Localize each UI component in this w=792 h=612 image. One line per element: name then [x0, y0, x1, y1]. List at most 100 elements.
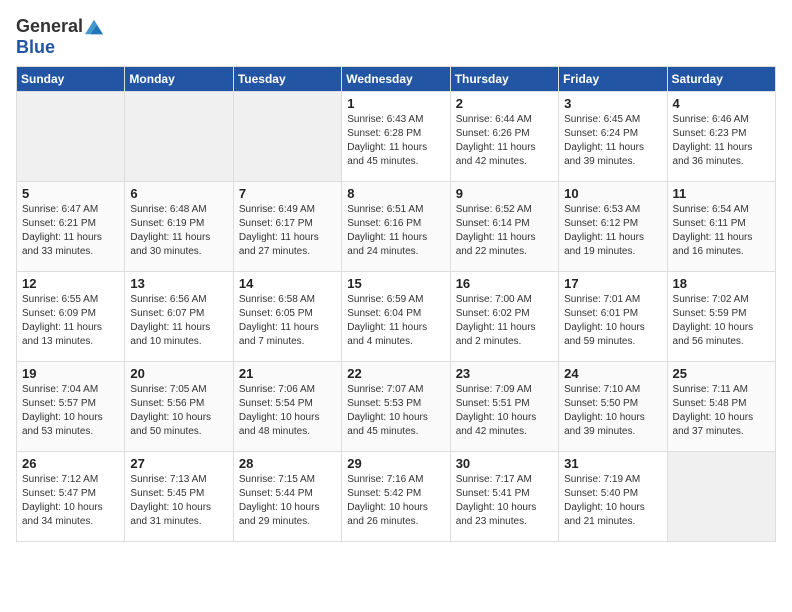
calendar-cell: 29 Sunrise: 7:16 AMSunset: 5:42 PMDayligh… — [342, 452, 450, 542]
day-info: Sunrise: 6:49 AMSunset: 6:17 PMDaylight:… — [239, 203, 336, 259]
weekday-header: Monday — [125, 67, 233, 92]
calendar-cell: 25Sunrise: 7:11 AMSunset: 5:48 PMDayligh… — [667, 362, 775, 452]
day-info: Sunrise: 6:48 AMSunset: 6:19 PMDaylight:… — [130, 203, 227, 259]
weekday-header: Thursday — [450, 67, 558, 92]
day-number: 18 — [673, 276, 770, 291]
day-info: Sunrise: 7:02 AMSunset: 5:59 PMDaylight:… — [673, 293, 770, 349]
calendar-cell: 30 Sunrise: 7:17 AMSunset: 5:41 PMDayligh… — [450, 452, 558, 542]
day-info: Sunrise: 7:17 AMSunset: 5:41 PMDaylight:… — [456, 473, 553, 529]
calendar-week-row: 12 Sunrise: 6:55 AMSunset: 6:09 PMDayligh… — [17, 272, 776, 362]
day-number: 29 — [347, 456, 444, 471]
day-info: Sunrise: 7:15 AMSunset: 5:44 PMDaylight:… — [239, 473, 336, 529]
day-number: 27 — [130, 456, 227, 471]
day-number: 25 — [673, 366, 770, 381]
day-info: Sunrise: 7:04 AMSunset: 5:57 PMDaylight:… — [22, 383, 119, 439]
day-info: Sunrise: 6:53 AMSunset: 6:12 PMDaylight:… — [564, 203, 661, 259]
day-info: Sunrise: 7:10 AMSunset: 5:50 PMDaylight:… — [564, 383, 661, 439]
calendar-cell: 10Sunrise: 6:53 AMSunset: 6:12 PMDayligh… — [559, 182, 667, 272]
day-number: 16 — [456, 276, 553, 291]
calendar-cell — [667, 452, 775, 542]
logo-blue: Blue — [16, 37, 55, 57]
day-info: Sunrise: 7:05 AMSunset: 5:56 PMDaylight:… — [130, 383, 227, 439]
day-info: Sunrise: 7:07 AMSunset: 5:53 PMDaylight:… — [347, 383, 444, 439]
calendar-cell: 5 Sunrise: 6:47 AMSunset: 6:21 PMDaylight… — [17, 182, 125, 272]
day-number: 4 — [673, 96, 770, 111]
weekday-header: Tuesday — [233, 67, 341, 92]
logo: GeneralBlue — [16, 16, 103, 58]
calendar-cell: 6 Sunrise: 6:48 AMSunset: 6:19 PMDaylight… — [125, 182, 233, 272]
day-number: 13 — [130, 276, 227, 291]
calendar-cell: 11 Sunrise: 6:54 AMSunset: 6:11 PMDayligh… — [667, 182, 775, 272]
weekday-header: Saturday — [667, 67, 775, 92]
day-info: Sunrise: 7:00 AMSunset: 6:02 PMDaylight:… — [456, 293, 553, 349]
day-number: 7 — [239, 186, 336, 201]
day-info: Sunrise: 6:47 AMSunset: 6:21 PMDaylight:… — [22, 203, 119, 259]
calendar-cell: 31 Sunrise: 7:19 AMSunset: 5:40 PMDayligh… — [559, 452, 667, 542]
calendar-cell: 28 Sunrise: 7:15 AMSunset: 5:44 PMDayligh… — [233, 452, 341, 542]
day-number: 6 — [130, 186, 227, 201]
day-info: Sunrise: 6:54 AMSunset: 6:11 PMDaylight:… — [673, 203, 770, 259]
day-number: 30 — [456, 456, 553, 471]
weekday-header: Friday — [559, 67, 667, 92]
day-number: 11 — [673, 186, 770, 201]
day-info: Sunrise: 6:45 AMSunset: 6:24 PMDaylight:… — [564, 113, 661, 169]
weekday-header-row: SundayMondayTuesdayWednesdayThursdayFrid… — [17, 67, 776, 92]
day-info: Sunrise: 6:43 AMSunset: 6:28 PMDaylight:… — [347, 113, 444, 169]
day-info: Sunrise: 6:56 AMSunset: 6:07 PMDaylight:… — [130, 293, 227, 349]
calendar-week-row: 26 Sunrise: 7:12 AMSunset: 5:47 PMDayligh… — [17, 452, 776, 542]
calendar-cell: 13 Sunrise: 6:56 AMSunset: 6:07 PMDayligh… — [125, 272, 233, 362]
day-info: Sunrise: 6:59 AMSunset: 6:04 PMDaylight:… — [347, 293, 444, 349]
calendar-cell: 18 Sunrise: 7:02 AMSunset: 5:59 PMDayligh… — [667, 272, 775, 362]
calendar-cell: 27 Sunrise: 7:13 AMSunset: 5:45 PMDayligh… — [125, 452, 233, 542]
calendar-week-row: 1 Sunrise: 6:43 AMSunset: 6:28 PMDaylight… — [17, 92, 776, 182]
day-number: 9 — [456, 186, 553, 201]
day-number: 5 — [22, 186, 119, 201]
logo-text: GeneralBlue — [16, 16, 103, 58]
day-info: Sunrise: 7:16 AMSunset: 5:42 PMDaylight:… — [347, 473, 444, 529]
calendar-cell: 9 Sunrise: 6:52 AMSunset: 6:14 PMDaylight… — [450, 182, 558, 272]
day-number: 24 — [564, 366, 661, 381]
calendar-cell — [125, 92, 233, 182]
calendar-cell: 19 Sunrise: 7:04 AMSunset: 5:57 PMDayligh… — [17, 362, 125, 452]
day-info: Sunrise: 6:58 AMSunset: 6:05 PMDaylight:… — [239, 293, 336, 349]
calendar-cell: 16 Sunrise: 7:00 AMSunset: 6:02 PMDayligh… — [450, 272, 558, 362]
day-number: 28 — [239, 456, 336, 471]
calendar-cell: 20 Sunrise: 7:05 AMSunset: 5:56 PMDayligh… — [125, 362, 233, 452]
calendar-table: SundayMondayTuesdayWednesdayThursdayFrid… — [16, 66, 776, 542]
calendar-cell: 24 Sunrise: 7:10 AMSunset: 5:50 PMDayligh… — [559, 362, 667, 452]
day-info: Sunrise: 6:55 AMSunset: 6:09 PMDaylight:… — [22, 293, 119, 349]
day-number: 17 — [564, 276, 661, 291]
day-number: 21 — [239, 366, 336, 381]
logo-icon — [85, 18, 103, 36]
calendar-cell: 15 Sunrise: 6:59 AMSunset: 6:04 PMDayligh… — [342, 272, 450, 362]
day-info: Sunrise: 6:51 AMSunset: 6:16 PMDaylight:… — [347, 203, 444, 259]
day-info: Sunrise: 7:13 AMSunset: 5:45 PMDaylight:… — [130, 473, 227, 529]
calendar-cell: 14 Sunrise: 6:58 AMSunset: 6:05 PMDayligh… — [233, 272, 341, 362]
calendar-cell: 7 Sunrise: 6:49 AMSunset: 6:17 PMDaylight… — [233, 182, 341, 272]
day-number: 12 — [22, 276, 119, 291]
day-number: 20 — [130, 366, 227, 381]
calendar-cell: 23 Sunrise: 7:09 AMSunset: 5:51 PMDayligh… — [450, 362, 558, 452]
day-number: 15 — [347, 276, 444, 291]
calendar-cell: 1 Sunrise: 6:43 AMSunset: 6:28 PMDaylight… — [342, 92, 450, 182]
calendar-cell: 3Sunrise: 6:45 AMSunset: 6:24 PMDaylight… — [559, 92, 667, 182]
day-number: 31 — [564, 456, 661, 471]
calendar-cell: 17Sunrise: 7:01 AMSunset: 6:01 PMDayligh… — [559, 272, 667, 362]
day-info: Sunrise: 7:09 AMSunset: 5:51 PMDaylight:… — [456, 383, 553, 439]
logo-general: General — [16, 16, 83, 36]
calendar-cell: 26 Sunrise: 7:12 AMSunset: 5:47 PMDayligh… — [17, 452, 125, 542]
day-number: 1 — [347, 96, 444, 111]
day-number: 23 — [456, 366, 553, 381]
calendar-cell: 4 Sunrise: 6:46 AMSunset: 6:23 PMDaylight… — [667, 92, 775, 182]
weekday-header: Wednesday — [342, 67, 450, 92]
day-info: Sunrise: 6:52 AMSunset: 6:14 PMDaylight:… — [456, 203, 553, 259]
day-info: Sunrise: 7:06 AMSunset: 5:54 PMDaylight:… — [239, 383, 336, 439]
day-info: Sunrise: 7:12 AMSunset: 5:47 PMDaylight:… — [22, 473, 119, 529]
day-number: 2 — [456, 96, 553, 111]
day-number: 19 — [22, 366, 119, 381]
day-number: 14 — [239, 276, 336, 291]
day-info: Sunrise: 6:46 AMSunset: 6:23 PMDaylight:… — [673, 113, 770, 169]
day-number: 26 — [22, 456, 119, 471]
day-info: Sunrise: 7:19 AMSunset: 5:40 PMDaylight:… — [564, 473, 661, 529]
calendar-week-row: 5 Sunrise: 6:47 AMSunset: 6:21 PMDaylight… — [17, 182, 776, 272]
